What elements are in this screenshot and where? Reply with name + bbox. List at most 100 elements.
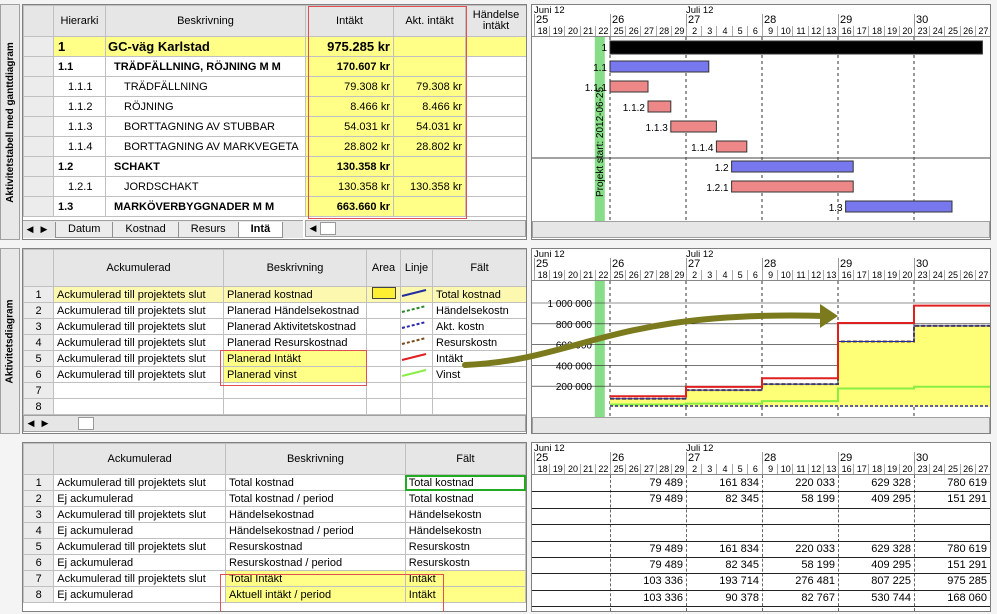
header-area[interactable]: Area xyxy=(366,249,401,287)
hierarki-cell[interactable]: 1 xyxy=(53,36,106,57)
scroll-left-icon[interactable]: ◀ xyxy=(24,417,38,430)
linje-cell[interactable] xyxy=(400,318,433,335)
handelse-intakt-cell[interactable] xyxy=(465,96,526,117)
beskrivning-cell[interactable]: SCHAKT xyxy=(105,156,306,177)
ackumulerad-cell[interactable] xyxy=(53,382,224,399)
area-cell[interactable] xyxy=(366,398,401,415)
linje-cell[interactable] xyxy=(400,302,433,319)
beskrivning-cell[interactable]: RÖJNING xyxy=(105,96,306,117)
table-row[interactable]: 2 Ej ackumulerad Total kostnad / period Tot… xyxy=(23,490,526,507)
row-number[interactable]: 4 xyxy=(23,522,55,539)
hierarki-cell[interactable]: 1.1 xyxy=(53,56,106,77)
beskrivning-cell[interactable]: Resurskostnad / period xyxy=(225,554,406,571)
row-number[interactable]: 3 xyxy=(23,506,55,523)
hierarki-cell[interactable]: 1.1.1 xyxy=(53,76,106,97)
falt-cell[interactable]: Vinst xyxy=(432,366,526,383)
row-selector[interactable] xyxy=(23,156,54,177)
falt-cell[interactable]: Resurskostn xyxy=(432,334,526,351)
falt-cell[interactable] xyxy=(432,398,526,415)
beskrivning-cell[interactable]: Händelsekostnad xyxy=(225,506,406,523)
beskrivning-cell[interactable]: Total kostnad xyxy=(225,474,406,491)
table-row[interactable]: 6 Ej ackumulerad Resurskostnad / period Res… xyxy=(23,554,526,571)
beskrivning-cell[interactable]: GC-väg Karlstad xyxy=(105,36,306,57)
scroll-thumb[interactable] xyxy=(320,222,336,235)
beskrivning-cell[interactable]: TRÄDFÄLLNING xyxy=(105,76,306,97)
ackumulerad-cell[interactable] xyxy=(53,398,224,415)
header-linje[interactable]: Linje xyxy=(400,249,433,287)
row-selector[interactable] xyxy=(23,136,54,157)
tab-resurs[interactable]: Resurs xyxy=(177,221,239,238)
handelse-intakt-cell[interactable] xyxy=(465,116,526,137)
tab-datum[interactable]: Datum xyxy=(55,221,114,238)
table-row[interactable]: 3 Ackumulerad till projektets slut Händels… xyxy=(23,506,526,523)
row-number[interactable]: 3 xyxy=(23,318,54,335)
table-row[interactable]: 1 Ackumulerad till projektets slut Planera… xyxy=(23,286,526,303)
tab-kostnad[interactable]: Kostnad xyxy=(112,221,179,238)
ackumulerad-cell[interactable]: Ackumulerad till projektets slut xyxy=(53,302,224,319)
falt-cell[interactable] xyxy=(432,382,526,399)
linje-cell[interactable] xyxy=(400,382,433,399)
header-ackumulerad[interactable]: Ackumulerad xyxy=(53,249,224,287)
header-ackumulerad[interactable]: Ackumulerad xyxy=(53,443,226,475)
table-row[interactable]: 4 Ej ackumulerad Händelsekostnad / period H… xyxy=(23,522,526,539)
ackumulerad-cell[interactable]: Ackumulerad till projektets slut xyxy=(53,474,226,491)
tab-intakt[interactable]: Intä xyxy=(237,221,284,238)
top-table-hscroll[interactable]: ◀ xyxy=(305,220,526,237)
hierarki-cell[interactable]: 1.2 xyxy=(53,156,106,177)
falt-cell[interactable]: Total kostnad xyxy=(404,490,526,507)
beskrivning-cell[interactable]: Total kostnad / period xyxy=(225,490,406,507)
area-cell[interactable] xyxy=(366,334,401,351)
ackumulerad-cell[interactable]: Ej ackumulerad xyxy=(53,522,226,539)
gantt-hscroll[interactable] xyxy=(532,221,990,238)
hierarki-cell[interactable]: 1.1.3 xyxy=(53,116,106,137)
table-row[interactable]: 1 Ackumulerad till projektets slut Total k… xyxy=(23,474,526,491)
falt-cell[interactable]: Akt. kostn xyxy=(432,318,526,335)
row-number[interactable]: 6 xyxy=(23,554,55,571)
header-falt[interactable]: Fält xyxy=(404,443,526,475)
beskrivning-cell[interactable]: Resurskostnad xyxy=(225,538,406,555)
area-cell[interactable] xyxy=(366,302,401,319)
linje-cell[interactable] xyxy=(400,286,433,303)
scroll-thumb[interactable] xyxy=(78,417,94,430)
hierarki-cell[interactable]: 1.1.2 xyxy=(53,96,106,117)
hierarki-cell[interactable]: 1.3 xyxy=(53,196,106,217)
area-cell[interactable] xyxy=(366,366,401,383)
beskrivning-cell[interactable] xyxy=(223,398,367,415)
handelse-intakt-cell[interactable] xyxy=(465,36,526,57)
row-selector[interactable] xyxy=(23,36,54,57)
handelse-intakt-cell[interactable] xyxy=(465,136,526,157)
scroll-left-icon[interactable]: ◀ xyxy=(306,222,320,235)
ackumulerad-cell[interactable]: Ackumulerad till projektets slut xyxy=(53,366,224,383)
row-number[interactable]: 1 xyxy=(23,286,54,303)
ackumulerad-cell[interactable]: Ackumulerad till projektets slut xyxy=(53,334,224,351)
row-selector[interactable] xyxy=(23,116,54,137)
hierarki-cell[interactable]: 1.1.4 xyxy=(53,136,106,157)
linje-cell[interactable] xyxy=(400,350,433,367)
falt-cell[interactable]: Händelsekostn xyxy=(404,522,526,539)
table-row[interactable]: 2 Ackumulerad till projektets slut Planera… xyxy=(23,302,526,319)
row-number[interactable]: 2 xyxy=(23,302,54,319)
beskrivning-cell[interactable]: MARKÖVERBYGGNADER M M xyxy=(105,196,306,217)
beskrivning-cell[interactable]: BORTTAGNING AV MARKVEGETA xyxy=(105,136,306,157)
ackumulerad-cell[interactable]: Ackumulerad till projektets slut xyxy=(53,286,224,303)
ackumulerad-cell[interactable]: Ackumulerad till projektets slut xyxy=(53,350,224,367)
row-number[interactable]: 4 xyxy=(23,334,54,351)
falt-cell[interactable]: Händelsekostn xyxy=(432,302,526,319)
handelse-intakt-cell[interactable] xyxy=(465,196,526,217)
beskrivning-cell[interactable]: Planerad Aktivitetskostnad xyxy=(223,318,367,335)
row-selector[interactable] xyxy=(23,76,54,97)
falt-cell[interactable]: Händelsekostn xyxy=(404,506,526,523)
area-cell[interactable] xyxy=(366,318,401,335)
table-row[interactable]: 3 Ackumulerad till projektets slut Planera… xyxy=(23,318,526,335)
row-number[interactable]: 8 xyxy=(23,586,55,603)
row-selector[interactable] xyxy=(23,176,54,197)
table-row[interactable]: 5 Ackumulerad till projektets slut Resursk… xyxy=(23,538,526,555)
area-cell[interactable] xyxy=(366,382,401,399)
table-row[interactable]: 4 Ackumulerad till projektets slut Planera… xyxy=(23,334,526,351)
ackumulerad-cell[interactable]: Ackumulerad till projektets slut xyxy=(53,570,226,587)
row-selector[interactable] xyxy=(23,56,54,77)
area-cell[interactable] xyxy=(366,350,401,367)
beskrivning-cell[interactable]: JORDSCHAKT xyxy=(105,176,306,197)
linje-cell[interactable] xyxy=(400,334,433,351)
falt-cell[interactable]: Total kostnad xyxy=(432,286,526,303)
